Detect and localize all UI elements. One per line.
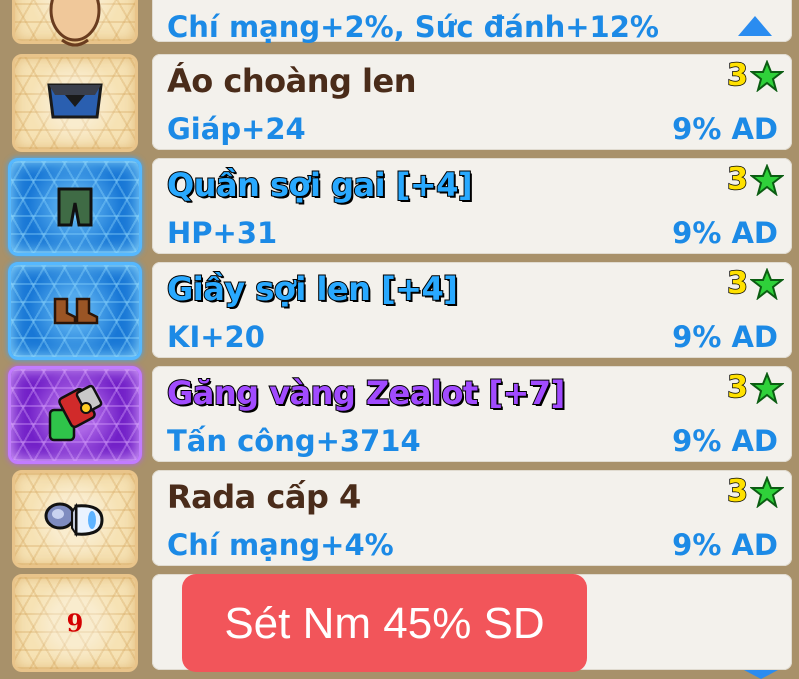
pants-icon [57,187,93,227]
item-info[interactable]: Áo choàng len 3 Giáp+24 9% AD [152,54,792,150]
item-stat: HP+31 [167,216,278,250]
boots-icon [53,297,99,325]
gloves-icon [48,384,103,442]
item-info[interactable]: Quần sợi gai [+4] 3 HP+31 9% AD [152,158,792,254]
item-stat: Chí mạng+4% [167,528,394,562]
item-slot[interactable]: 9 [12,574,138,672]
cloak-icon [47,83,103,119]
star-count: 3 [726,57,748,94]
radar-icon [44,502,104,538]
scroll-up-arrow-icon[interactable] [738,16,772,36]
item-ad: 9% AD [672,528,778,562]
item-name: Quần sợi gai [+4] [166,165,474,205]
item-slot[interactable] [8,366,142,464]
item-stat: Tấn công+3714 [167,424,421,458]
item-slot[interactable] [8,262,142,360]
item-count: 9 [66,608,84,638]
item-info[interactable]: Găng vàng Zealot [+7] 3 Tấn công+3714 9%… [152,366,792,462]
item-stat: KI+20 [167,320,265,354]
star-count: 3 [726,161,748,198]
item-slot[interactable] [12,0,138,47]
green-star-icon [750,268,784,300]
item-ad: 9% AD [672,112,778,146]
list-item[interactable]: Giầy sợi len [+4] 3 KI+20 9% AD [0,260,799,364]
item-name: Áo choàng len [167,62,417,100]
item-stat: Chí mạng+2%, Sức đánh+12% [167,10,659,44]
item-info[interactable]: Chí mạng+2%, Sức đánh+12% [152,0,792,44]
item-ad: 9% AD [672,216,778,250]
green-star-icon [750,476,784,508]
star-count: 3 [726,369,748,406]
green-star-icon [750,164,784,196]
item-ad: 9% AD [672,424,778,458]
list-item[interactable]: Găng vàng Zealot [+7] 3 Tấn công+3714 9%… [0,364,799,468]
item-slot[interactable] [12,470,138,568]
star-count: 3 [726,265,748,302]
list-item-partial-top[interactable]: Chí mạng+2%, Sức đánh+12% [0,0,799,48]
list-item[interactable]: Rada cấp 4 3 Chí mạng+4% 9% AD [0,468,799,572]
caption-banner: Sét Nm 45% SD [182,574,587,672]
green-star-icon [750,372,784,404]
item-slot[interactable] [12,54,138,152]
caption-text: Sét Nm 45% SD [224,599,545,648]
item-info[interactable]: Rada cấp 4 3 Chí mạng+4% 9% AD [152,470,792,566]
item-info[interactable]: Giầy sợi len [+4] 3 KI+20 9% AD [152,262,792,358]
item-ad: 9% AD [672,320,778,354]
item-name: Rada cấp 4 [167,478,361,516]
list-item[interactable]: Áo choàng len 3 Giáp+24 9% AD [0,52,799,156]
green-star-icon [750,60,784,92]
item-name: Găng vàng Zealot [+7] [166,373,566,413]
list-item[interactable]: Quần sợi gai [+4] 3 HP+31 9% AD [0,156,799,260]
item-slot[interactable] [8,158,142,256]
scroll-down-arrow-icon[interactable] [744,670,778,679]
star-count: 3 [726,473,748,510]
item-name: Giầy sợi len [+4] [166,269,459,309]
item-stat: Giáp+24 [167,112,306,146]
